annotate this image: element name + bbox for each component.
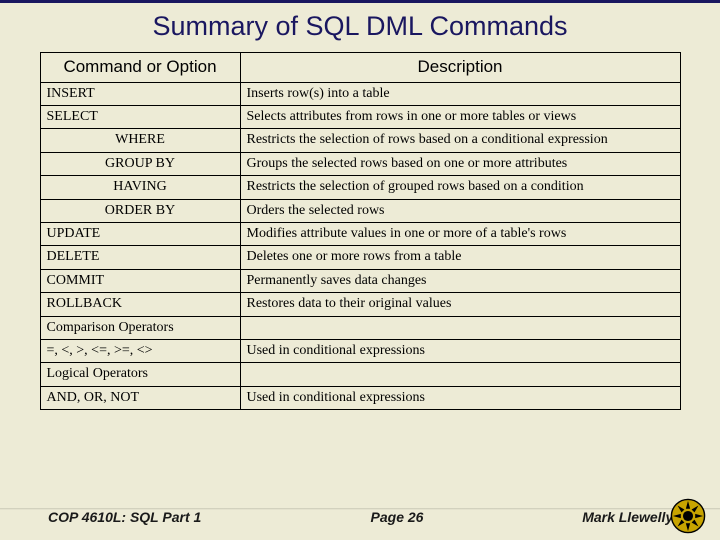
page-title: Summary of SQL DML Commands — [0, 11, 720, 42]
cmd-cell: WHERE — [40, 129, 240, 152]
table-header-row: Command or Option Description — [40, 53, 680, 83]
footer-page: Page 26 — [278, 509, 516, 525]
table-row: ROLLBACKRestores data to their original … — [40, 293, 680, 316]
cmd-cell: COMMIT — [40, 269, 240, 292]
desc-cell: Selects attributes from rows in one or m… — [240, 106, 680, 129]
cmd-cell: SELECT — [40, 106, 240, 129]
desc-cell: Restricts the selection of grouped rows … — [240, 176, 680, 199]
table-row: Logical Operators — [40, 363, 680, 386]
table-row: SELECTSelects attributes from rows in on… — [40, 106, 680, 129]
desc-cell: Modifies attribute values in one or more… — [240, 223, 680, 246]
cmd-cell: Logical Operators — [40, 363, 240, 386]
table-row: UPDATEModifies attribute values in one o… — [40, 223, 680, 246]
table-row: ORDER BYOrders the selected rows — [40, 199, 680, 222]
desc-cell: Orders the selected rows — [240, 199, 680, 222]
footer-copyright: Mark Llewellyn © — [516, 509, 696, 525]
header-command: Command or Option — [40, 53, 240, 83]
table-row: HAVINGRestricts the selection of grouped… — [40, 176, 680, 199]
footer-course: COP 4610L: SQL Part 1 — [48, 509, 278, 525]
cmd-cell: =, <, >, <=, >=, <> — [40, 339, 240, 362]
cmd-cell: UPDATE — [40, 223, 240, 246]
desc-cell: Deletes one or more rows from a table — [240, 246, 680, 269]
cmd-cell: HAVING — [40, 176, 240, 199]
cmd-cell: ORDER BY — [40, 199, 240, 222]
desc-cell: Used in conditional expressions — [240, 386, 680, 409]
desc-cell: Used in conditional expressions — [240, 339, 680, 362]
desc-cell: Groups the selected rows based on one or… — [240, 152, 680, 175]
table-row: DELETEDeletes one or more rows from a ta… — [40, 246, 680, 269]
cmd-cell: INSERT — [40, 82, 240, 105]
table-row: Comparison Operators — [40, 316, 680, 339]
desc-cell: Permanently saves data changes — [240, 269, 680, 292]
cmd-cell: Comparison Operators — [40, 316, 240, 339]
cmd-cell: GROUP BY — [40, 152, 240, 175]
table-row: WHERERestricts the selection of rows bas… — [40, 129, 680, 152]
table-row: INSERTInserts row(s) into a table — [40, 82, 680, 105]
cmd-cell: ROLLBACK — [40, 293, 240, 316]
cmd-cell: DELETE — [40, 246, 240, 269]
table-row: GROUP BYGroups the selected rows based o… — [40, 152, 680, 175]
desc-cell: Inserts row(s) into a table — [240, 82, 680, 105]
table-row: =, <, >, <=, >=, <>Used in conditional e… — [40, 339, 680, 362]
table-row: AND, OR, NOTUsed in conditional expressi… — [40, 386, 680, 409]
commands-table: Command or Option Description INSERTInse… — [40, 52, 681, 410]
desc-cell — [240, 316, 680, 339]
desc-cell: Restricts the selection of rows based on… — [240, 129, 680, 152]
slide: Summary of SQL DML Commands Command or O… — [0, 0, 720, 540]
cmd-cell: AND, OR, NOT — [40, 386, 240, 409]
ucf-logo-icon — [670, 498, 706, 534]
desc-cell — [240, 363, 680, 386]
table-row: COMMITPermanently saves data changes — [40, 269, 680, 292]
desc-cell: Restores data to their original values — [240, 293, 680, 316]
footer: COP 4610L: SQL Part 1 Page 26 Mark Llewe… — [0, 494, 720, 540]
header-description: Description — [240, 53, 680, 83]
